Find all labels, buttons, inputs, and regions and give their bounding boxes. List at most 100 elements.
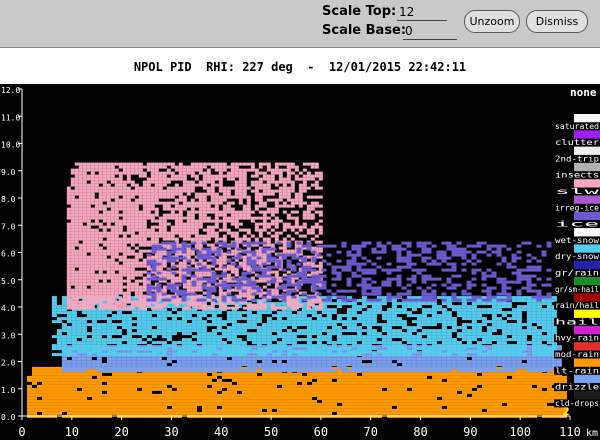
- pid-gate-cell: [258, 186, 263, 190]
- pid-gate-cell: [142, 183, 147, 187]
- pid-gate-cell: [130, 171, 135, 175]
- pid-gate-cell: [87, 405, 92, 409]
- pid-gate-cell: [102, 171, 107, 175]
- pid-gate-cell: [32, 372, 37, 376]
- pid-gate-cell: [462, 402, 467, 406]
- pid-gate-cell: [297, 378, 302, 382]
- scale-base-input[interactable]: 0: [403, 23, 457, 40]
- pid-gate-cell: [98, 189, 103, 193]
- pid-gate-cell: [94, 186, 99, 190]
- pid-gate-cell: [271, 329, 277, 333]
- pid-gate-cell: [471, 326, 477, 330]
- pid-gate-cell: [482, 375, 487, 379]
- pid-gate-cell: [422, 375, 427, 379]
- pid-gate-cell: [546, 299, 552, 303]
- pid-gate-cell: [476, 357, 482, 361]
- pid-gate-cell: [476, 308, 482, 312]
- pid-gate-cell: [411, 354, 417, 358]
- pid-gate-cell: [352, 405, 357, 409]
- pid-gate-cell: [130, 189, 135, 193]
- pid-gate-cell: [496, 335, 502, 339]
- pid-gate-cell: [441, 341, 447, 345]
- pid-gate-cell: [206, 162, 211, 166]
- pid-gate-cell: [527, 375, 532, 379]
- pid-gate-cell: [242, 378, 247, 382]
- pid-gate-cell: [332, 393, 337, 397]
- pid-gate-cell: [282, 372, 287, 376]
- pid-gate-cell: [182, 381, 187, 385]
- pid-gate-cell: [187, 393, 192, 397]
- pid-gate-cell: [176, 341, 182, 345]
- pid-gate-cell: [437, 411, 442, 415]
- pid-gate-cell: [106, 335, 112, 339]
- pid-gate-cell: [251, 350, 257, 354]
- pid-gate-cell: [201, 338, 207, 342]
- pid-gate-cell: [116, 329, 122, 333]
- pid-gate-cell: [227, 399, 232, 403]
- pid-gate-cell: [326, 329, 332, 333]
- pid-gate-cell: [187, 390, 192, 394]
- pid-gate-cell: [132, 402, 137, 406]
- pid-gate-cell: [246, 366, 252, 370]
- pid-gate-cell: [441, 363, 447, 367]
- dismiss-button[interactable]: Dismiss: [526, 10, 588, 33]
- pid-gate-cell: [212, 405, 217, 409]
- pid-gate-cell: [457, 387, 462, 391]
- pid-gate-cell: [66, 341, 72, 345]
- unzoom-button[interactable]: Unzoom: [464, 10, 520, 33]
- pid-gate-cell: [546, 314, 552, 318]
- pid-gate-cell: [272, 375, 277, 379]
- pid-gate-cell: [146, 357, 152, 361]
- pid-gate-cell: [557, 411, 562, 415]
- pid-gate-cell: [331, 347, 337, 351]
- pid-gate-cell: [291, 344, 297, 348]
- pid-gate-cell: [352, 375, 357, 379]
- pid-gate-cell: [482, 378, 487, 382]
- pid-gate-cell: [307, 396, 312, 400]
- pid-gate-cell: [312, 372, 317, 376]
- pid-gate-cell: [446, 341, 452, 345]
- pid-gate-cell: [517, 387, 522, 391]
- pid-gate-cell: [526, 311, 532, 315]
- pid-gate-cell: [526, 351, 532, 355]
- pid-gate-cell: [186, 338, 192, 342]
- pid-gate-cell: [118, 174, 123, 178]
- pid-gate-cell: [262, 399, 267, 403]
- pid-gate-cell: [290, 162, 295, 166]
- pid-gate-cell: [117, 390, 122, 394]
- pid-gate-cell: [277, 378, 282, 382]
- pid-gate-cell: [82, 165, 87, 169]
- pid-gate-cell: [146, 320, 152, 324]
- pid-gate-cell: [241, 347, 247, 351]
- pid-gate-cell: [391, 341, 397, 345]
- pid-gate-cell: [491, 366, 497, 370]
- pid-gate-cell: [492, 411, 497, 415]
- pid-gate-cell: [452, 390, 457, 394]
- pid-gate-cell: [170, 192, 175, 196]
- pid-gate-cell: [287, 378, 292, 382]
- pid-gate-cell: [101, 317, 107, 321]
- pid-gate-cell: [351, 350, 357, 354]
- scale-top-input[interactable]: 12: [397, 4, 447, 21]
- pid-gate-cell: [412, 381, 417, 385]
- pid-gate-cell: [81, 357, 87, 361]
- pid-gate-cell: [271, 338, 277, 342]
- pid-gate-cell: [351, 320, 357, 324]
- pid-gate-cell: [321, 320, 327, 324]
- pid-gate-cell: [337, 384, 342, 388]
- pid-gate-cell: [187, 411, 192, 415]
- pid-gate-cell: [118, 171, 123, 175]
- pid-gate-cell: [138, 192, 143, 196]
- pid-gate-cell: [211, 354, 217, 358]
- pid-gate-cell: [241, 326, 247, 330]
- pid-gate-cell: [230, 186, 235, 190]
- pid-gate-cell: [221, 366, 227, 370]
- pid-gate-cell: [436, 347, 442, 351]
- pid-gate-cell: [507, 408, 512, 412]
- pid-gate-cell: [392, 411, 397, 415]
- pid-gate-cell: [297, 399, 302, 403]
- pid-gate-cell: [86, 341, 92, 345]
- pid-gate-cell: [357, 381, 362, 385]
- pid-gate-cell: [346, 326, 352, 330]
- rhi-plot[interactable]: 0.01.02.03.04.05.06.07.08.09.010.011.012…: [0, 84, 600, 440]
